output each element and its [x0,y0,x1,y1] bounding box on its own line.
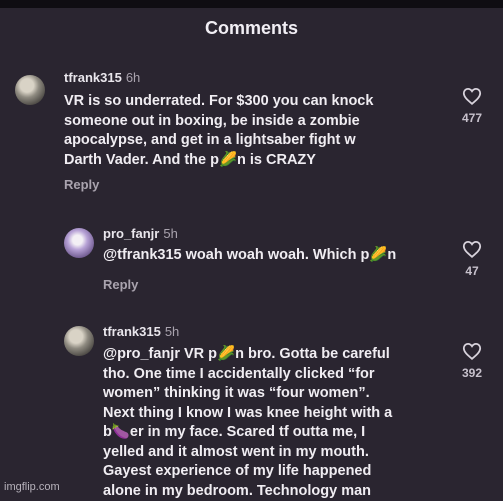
comment-meta: tfrank315 5h [103,324,179,339]
like-button[interactable]: 392 [452,342,492,380]
avatar[interactable] [64,228,94,258]
like-button[interactable]: 47 [452,240,492,278]
like-count: 392 [461,366,483,380]
timestamp: 6h [125,70,141,85]
username[interactable]: tfrank315 [64,70,122,85]
watermark: imgflip.com [4,481,60,493]
heart-outline-icon [462,342,482,360]
comment-text: @tfrank315 woah woah woah. Which p🌽n [103,247,397,263]
page-title: Comments [204,18,298,38]
reply-button[interactable]: Reply [103,277,138,292]
timestamp: 5h [163,226,178,241]
comment-text: VR is so underrated. For $300 you can kn… [64,93,374,168]
like-count: 477 [461,111,483,125]
timestamp: 5h [164,324,180,339]
avatar[interactable] [15,75,45,105]
avatar[interactable] [64,326,94,356]
heart-outline-icon [462,87,482,105]
heart-outline-icon [462,240,482,258]
comment-meta: tfrank315 6h [64,70,140,85]
username[interactable]: tfrank315 [103,324,161,339]
username[interactable]: pro_fanjr [103,226,159,241]
reply-button[interactable]: Reply [64,177,99,192]
comment-text: @pro_fanjr VR p🌽n bro. Gotta be careful … [103,346,393,499]
comment-meta: pro_fanjr 5h [103,226,178,241]
top-bar [0,0,503,8]
like-count: 47 [465,264,479,278]
like-button[interactable]: 477 [452,87,492,125]
